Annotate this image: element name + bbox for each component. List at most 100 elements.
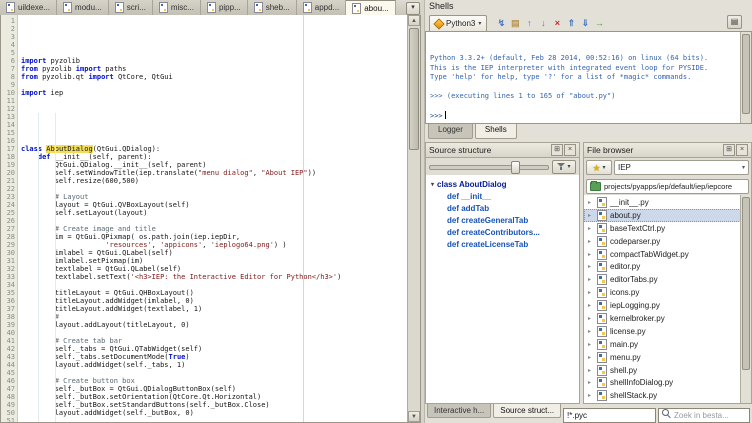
structure-filter-button[interactable]: ▾ bbox=[552, 160, 576, 174]
file-list-scrollbar[interactable] bbox=[740, 195, 751, 403]
debug-previous-frame-icon[interactable]: ⇑ bbox=[565, 17, 577, 29]
file-row[interactable]: ▸menu.py bbox=[584, 351, 741, 364]
expand-arrow-icon[interactable]: ▸ bbox=[588, 212, 594, 219]
code-line bbox=[21, 369, 407, 377]
close-panel-icon[interactable]: × bbox=[564, 144, 576, 156]
file-row[interactable]: ▸compactTabWidget.py bbox=[584, 248, 741, 261]
scroll-down-icon[interactable]: ▼ bbox=[408, 411, 420, 422]
right-pane: Shells Python3 ▾ ↯▤↑↓×⇑⇓→ ▤ Python 3.3.2… bbox=[425, 0, 752, 423]
tool-tab-interactiveh[interactable]: Interactive h... bbox=[427, 404, 491, 418]
debug-continue-icon[interactable]: → bbox=[593, 17, 605, 29]
expand-arrow-icon[interactable]: ▸ bbox=[588, 276, 594, 283]
editor-scrollbar-thumb[interactable] bbox=[409, 28, 419, 150]
structure-item[interactable]: def createLicenseTab bbox=[428, 238, 577, 250]
file-row[interactable]: ▸editorTabs.py bbox=[584, 273, 741, 286]
expand-arrow-icon[interactable]: ▸ bbox=[588, 392, 594, 399]
file-filter-input[interactable] bbox=[563, 408, 656, 423]
shell-output[interactable]: Python 3.3.2+ (default, Feb 28 2014, 00:… bbox=[425, 32, 752, 124]
editor-tab-scri[interactable]: scri... bbox=[109, 0, 153, 15]
editor-tab-pipp[interactable]: pipp... bbox=[201, 0, 248, 15]
tool-tab-sourcestruct[interactable]: Source struct... bbox=[493, 404, 561, 418]
code-line bbox=[21, 113, 407, 121]
shell-line: Python 3.3.2+ (default, Feb 28 2014, 00:… bbox=[430, 54, 737, 64]
paste-output-icon[interactable]: ▤ bbox=[509, 17, 521, 29]
code-editor[interactable]: 1234567891011121314151617181920212223242… bbox=[0, 15, 421, 423]
search-in-files-input[interactable] bbox=[658, 408, 750, 423]
float-panel-icon[interactable]: ⊞ bbox=[723, 144, 735, 156]
dock-tab-shells[interactable]: Shells bbox=[475, 124, 517, 139]
editor-tab-sheb[interactable]: sheb... bbox=[248, 0, 297, 15]
line-number: 38 bbox=[1, 313, 15, 321]
file-row[interactable]: ▸kernelbroker.py bbox=[584, 312, 741, 325]
shell-line: This is the IEP interpreter with integra… bbox=[430, 64, 737, 74]
file-row[interactable]: ▸shell.py bbox=[584, 364, 741, 377]
expand-arrow-icon[interactable]: ▸ bbox=[588, 328, 594, 335]
expand-arrow-icon[interactable]: ▸ bbox=[588, 367, 594, 374]
shell-tab-python3[interactable]: Python3 ▾ bbox=[429, 15, 487, 31]
editor-tab-modu[interactable]: modu... bbox=[57, 0, 109, 15]
code-line: self._tabs = QtGui.QTabWidget(self) bbox=[21, 345, 407, 353]
shell-scrollbar[interactable] bbox=[740, 32, 751, 123]
terminate-icon[interactable]: × bbox=[551, 17, 563, 29]
float-panel-icon[interactable]: ⊞ bbox=[551, 144, 563, 156]
file-row[interactable]: ▸icons.py bbox=[584, 286, 741, 299]
dock-tab-logger[interactable]: Logger bbox=[428, 124, 473, 139]
structure-item[interactable]: ▾class AboutDialog bbox=[428, 178, 577, 190]
expand-arrow-icon[interactable]: ▸ bbox=[588, 263, 594, 270]
next-command-icon[interactable]: ↓ bbox=[537, 17, 549, 29]
expand-arrow-icon[interactable]: ▸ bbox=[588, 238, 594, 245]
expand-arrow-icon[interactable]: ▸ bbox=[588, 379, 594, 386]
scroll-up-icon[interactable]: ▲ bbox=[408, 15, 420, 26]
code-line: titleLayout = QtGui.QHBoxLayout() bbox=[21, 289, 407, 297]
editor-tab-uildexe[interactable]: uildexe... bbox=[0, 0, 57, 15]
editor-tab-label: scri... bbox=[127, 3, 146, 12]
structure-item[interactable]: def createGeneralTab bbox=[428, 214, 577, 226]
expand-arrow-icon[interactable]: ▸ bbox=[588, 199, 594, 206]
file-row[interactable]: ▸iepLogging.py bbox=[584, 299, 741, 312]
interrupt-icon[interactable]: ↯ bbox=[495, 17, 507, 29]
structure-item[interactable]: def createContributors... bbox=[428, 226, 577, 238]
file-row[interactable]: ▸shellStack.py bbox=[584, 389, 741, 402]
project-combobox[interactable]: IEP ▾ bbox=[614, 160, 749, 175]
file-row[interactable]: ▸codeparser.py bbox=[584, 235, 741, 248]
expand-arrow-icon[interactable]: ▾ bbox=[431, 181, 434, 188]
tab-list-button[interactable]: ▾ bbox=[406, 2, 420, 15]
line-number: 19 bbox=[1, 161, 15, 169]
line-number: 17 bbox=[1, 145, 15, 153]
editor-tab-appd[interactable]: appd... bbox=[297, 0, 346, 15]
line-number: 50 bbox=[1, 409, 15, 417]
file-row[interactable]: ▸shellInfoDialog.py bbox=[584, 376, 741, 389]
shells-dock: Shells Python3 ▾ ↯▤↑↓×⇑⇓→ ▤ Python 3.3.2… bbox=[425, 0, 752, 139]
depth-slider[interactable] bbox=[429, 161, 549, 172]
path-combobox[interactable]: projects/pyapps/iep/default/iep/iepcore bbox=[586, 179, 749, 194]
expand-arrow-icon[interactable]: ▸ bbox=[588, 341, 594, 348]
code-area[interactable]: import pyzolibfrom pyzolib import pathsf… bbox=[18, 15, 407, 422]
file-row[interactable]: ▸__init__.py bbox=[584, 196, 741, 209]
bookmarks-button[interactable]: ★ ▾ bbox=[586, 160, 612, 175]
expand-arrow-icon[interactable]: ▸ bbox=[588, 354, 594, 361]
expand-arrow-icon[interactable]: ▸ bbox=[588, 251, 594, 258]
debug-next-frame-icon[interactable]: ⇓ bbox=[579, 17, 591, 29]
file-row[interactable]: ▸about.py bbox=[584, 209, 741, 222]
file-row[interactable]: ▸editor.py bbox=[584, 260, 741, 273]
close-panel-icon[interactable]: × bbox=[736, 144, 748, 156]
expand-arrow-icon[interactable]: ▸ bbox=[588, 289, 594, 296]
editor-tab-misc[interactable]: misc... bbox=[153, 0, 201, 15]
file-row[interactable]: ▸baseTextCtrl.py bbox=[584, 222, 741, 235]
editor-scrollbar[interactable]: ▲ ▼ bbox=[407, 15, 420, 422]
file-row[interactable]: ▸main.py bbox=[584, 338, 741, 351]
structure-item[interactable]: def __init__ bbox=[428, 190, 577, 202]
file-list-scrollbar-thumb[interactable] bbox=[742, 197, 750, 370]
structure-item[interactable]: def addTab bbox=[428, 202, 577, 214]
folder-icon bbox=[590, 182, 601, 191]
expand-arrow-icon[interactable]: ▸ bbox=[588, 302, 594, 309]
shell-scrollbar-thumb[interactable] bbox=[742, 34, 750, 114]
previous-command-icon[interactable]: ↑ bbox=[523, 17, 535, 29]
expand-arrow-icon[interactable]: ▸ bbox=[588, 225, 594, 232]
code-line bbox=[21, 281, 407, 289]
editor-tab-abou[interactable]: abou... bbox=[346, 0, 395, 15]
shell-menu-icon[interactable]: ▤ bbox=[727, 15, 742, 29]
slider-handle[interactable] bbox=[511, 161, 520, 174]
expand-arrow-icon[interactable]: ▸ bbox=[588, 315, 594, 322]
file-row[interactable]: ▸license.py bbox=[584, 325, 741, 338]
